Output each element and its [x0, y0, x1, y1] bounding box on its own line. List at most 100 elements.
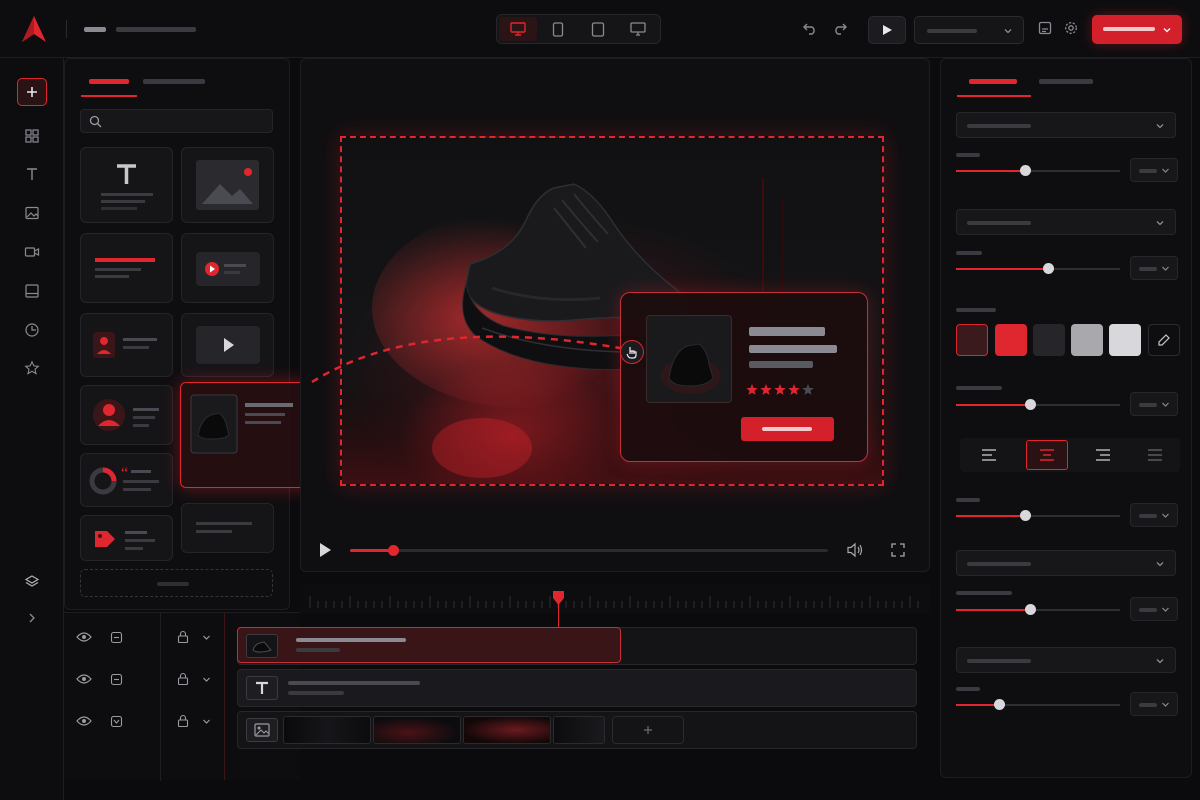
font-family-dropdown[interactable]	[956, 112, 1176, 138]
blend-mode-dropdown[interactable]	[956, 647, 1176, 673]
profile-block-tile[interactable]	[80, 313, 173, 377]
image-block-tile[interactable]	[181, 147, 274, 223]
scrubber-handle[interactable]	[388, 545, 400, 556]
lock-icon[interactable]	[176, 714, 190, 728]
chevron-down-icon[interactable]	[202, 717, 211, 726]
project-name[interactable]	[116, 27, 196, 32]
add-media-button[interactable]	[612, 716, 684, 744]
slider-handle[interactable]	[1024, 399, 1036, 410]
filmstrip-frame[interactable]	[373, 716, 461, 744]
filmstrip-frame[interactable]	[283, 716, 371, 744]
preview-play-button[interactable]	[868, 16, 906, 44]
effect-dropdown[interactable]	[956, 550, 1176, 576]
clip-product-card[interactable]	[237, 627, 621, 663]
slider-handle[interactable]	[993, 699, 1005, 710]
add-element-button[interactable]	[17, 78, 47, 106]
property-number-input[interactable]	[1130, 256, 1178, 280]
device-desktop-button[interactable]	[499, 17, 537, 41]
align-left-button[interactable]	[968, 440, 1010, 470]
property-number-input[interactable]	[1130, 503, 1178, 527]
property-slider[interactable]	[956, 165, 1120, 176]
property-number-input[interactable]	[1130, 158, 1178, 182]
star-icon[interactable]	[24, 360, 40, 376]
add-block-slot[interactable]	[80, 569, 273, 597]
color-swatch[interactable]	[1109, 324, 1141, 356]
preset-dropdown[interactable]	[914, 16, 1024, 44]
align-center-button[interactable]	[1026, 440, 1068, 470]
color-swatch[interactable]	[1071, 324, 1103, 356]
publish-button[interactable]	[1092, 15, 1182, 44]
lock-icon[interactable]	[176, 630, 190, 644]
eye-icon[interactable]	[76, 673, 92, 685]
video-icon[interactable]	[24, 244, 40, 260]
timer-icon[interactable]	[24, 322, 40, 338]
video-player-tile[interactable]	[181, 233, 274, 303]
product-title	[749, 327, 825, 336]
property-number-input[interactable]	[1130, 597, 1178, 621]
layers-icon[interactable]	[24, 574, 40, 590]
slider-handle[interactable]	[1019, 510, 1031, 521]
image-icon[interactable]	[24, 205, 40, 221]
dragged-product-card[interactable]	[180, 382, 316, 488]
eye-icon[interactable]	[76, 631, 92, 643]
property-slider[interactable]	[956, 699, 1120, 710]
chevron-down-icon[interactable]	[202, 633, 211, 642]
align-justify-button[interactable]	[1134, 440, 1176, 470]
lock-toggle-icon[interactable]	[110, 631, 123, 644]
device-tablet-button[interactable]	[539, 17, 577, 41]
property-slider[interactable]	[956, 604, 1120, 615]
color-swatch[interactable]	[956, 324, 988, 356]
align-right-button[interactable]	[1082, 440, 1124, 470]
property-slider[interactable]	[956, 263, 1120, 274]
undo-icon[interactable]	[802, 20, 818, 36]
layout-icon[interactable]	[24, 283, 40, 299]
heading-block-tile[interactable]	[80, 233, 173, 303]
collapse-icon[interactable]	[110, 715, 123, 728]
redo-icon[interactable]	[832, 20, 848, 36]
gear-icon[interactable]	[1064, 21, 1078, 35]
quote-block-tile[interactable]: “	[80, 453, 173, 507]
tab-design[interactable]	[969, 79, 1017, 84]
timeline-ruler[interactable]	[300, 584, 930, 614]
playback-scrubber[interactable]	[350, 545, 828, 556]
save-icon[interactable]	[1038, 21, 1052, 35]
fullscreen-icon[interactable]	[890, 542, 906, 558]
asset-search-input[interactable]	[80, 109, 273, 133]
buy-now-button[interactable]	[741, 417, 834, 441]
property-slider[interactable]	[956, 399, 1120, 410]
eye-icon[interactable]	[76, 715, 92, 727]
play-button-tile[interactable]	[181, 313, 274, 377]
device-monitor-button[interactable]	[619, 17, 657, 41]
tab-elements[interactable]	[89, 79, 129, 84]
tab-animation[interactable]	[1039, 79, 1093, 84]
color-swatch[interactable]	[1033, 324, 1065, 356]
text-icon[interactable]	[24, 166, 40, 182]
slider-handle[interactable]	[1042, 263, 1054, 274]
font-weight-dropdown[interactable]	[956, 209, 1176, 235]
chevron-down-icon[interactable]	[202, 675, 211, 684]
play-icon[interactable]	[318, 542, 332, 558]
color-swatch[interactable]	[995, 324, 1027, 356]
volume-icon[interactable]	[846, 542, 864, 558]
property-slider[interactable]	[956, 510, 1120, 521]
grid-icon[interactable]	[24, 128, 40, 144]
tag-block-tile[interactable]	[80, 515, 173, 561]
slider-handle[interactable]	[1019, 165, 1031, 176]
eyedropper-button[interactable]	[1148, 324, 1180, 356]
text-list-tile[interactable]	[181, 503, 274, 553]
chevron-right-icon[interactable]	[24, 610, 40, 626]
filmstrip-frame[interactable]	[463, 716, 551, 744]
device-tablet-landscape-button[interactable]	[579, 17, 617, 41]
tab-templates[interactable]	[143, 79, 205, 84]
property-number-input[interactable]	[1130, 392, 1178, 416]
avatar-block-tile[interactable]	[80, 385, 173, 445]
lock-icon[interactable]	[176, 672, 190, 686]
clip-title	[296, 638, 406, 642]
slider-handle[interactable]	[1024, 604, 1036, 615]
text-block-tile[interactable]	[80, 147, 173, 223]
clip-text-layer[interactable]	[237, 669, 917, 707]
product-card-element[interactable]	[620, 292, 868, 462]
property-number-input[interactable]	[1130, 692, 1178, 716]
lock-toggle-icon[interactable]	[110, 673, 123, 686]
filmstrip-frame[interactable]	[553, 716, 605, 744]
